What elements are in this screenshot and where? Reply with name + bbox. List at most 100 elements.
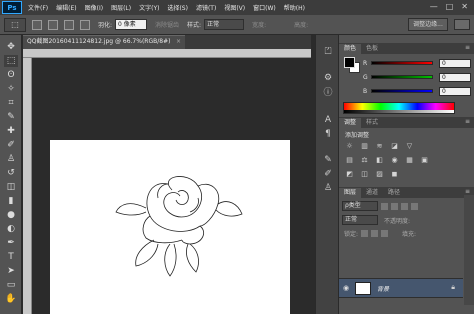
channel-mixer-icon[interactable]: ▦ xyxy=(405,155,414,164)
menu-window[interactable]: 窗口(W) xyxy=(253,3,276,12)
threshold-icon[interactable]: ▨ xyxy=(375,169,384,178)
menu-select[interactable]: 选择(S) xyxy=(167,3,188,12)
style-select[interactable]: 正常 xyxy=(204,19,245,30)
new-selection-icon[interactable] xyxy=(32,19,42,30)
minimize-icon[interactable]: — xyxy=(430,2,438,11)
panel-menu-icon[interactable]: ≡ xyxy=(465,188,470,195)
pen-tool-icon[interactable]: ✒ xyxy=(4,237,18,249)
filter-type-icon[interactable] xyxy=(401,202,408,210)
menu-edit[interactable]: 编辑(E) xyxy=(56,3,76,12)
black-white-icon[interactable]: ◧ xyxy=(375,155,384,164)
layers-scrollbar[interactable] xyxy=(464,195,474,305)
refine-edge-button[interactable]: 调整边缘... xyxy=(408,18,448,31)
vibrance-icon[interactable]: ▽ xyxy=(405,141,414,150)
menu-help[interactable]: 帮助(H) xyxy=(284,3,305,12)
path-select-icon[interactable]: ➤ xyxy=(4,265,18,277)
filter-shape-icon[interactable] xyxy=(411,202,418,210)
eraser-tool-icon[interactable]: ◫ xyxy=(4,181,18,193)
selective-color-icon[interactable]: ◼ xyxy=(390,169,399,178)
intersect-selection-icon[interactable] xyxy=(80,19,90,30)
green-value-input[interactable]: 0 xyxy=(439,72,471,82)
blend-mode-select[interactable]: 正常 xyxy=(342,215,378,225)
lock-pixels-icon[interactable] xyxy=(361,230,369,237)
foreground-color-swatch[interactable] xyxy=(344,57,355,68)
brush-panel-icon[interactable]: ✎ xyxy=(321,153,335,166)
menu-layer[interactable]: 图层(L) xyxy=(111,3,131,12)
history-brush-icon[interactable]: ↺ xyxy=(4,167,18,179)
blue-value-input[interactable]: 0 xyxy=(439,86,471,96)
blur-tool-icon[interactable]: ● xyxy=(4,209,18,221)
gradient-tool-icon[interactable]: ▮ xyxy=(4,195,18,207)
layer-row-background[interactable]: ◉ 背景 🔒︎ xyxy=(339,278,463,298)
menu-file[interactable]: 文件(F) xyxy=(28,3,48,12)
filter-pixel-icon[interactable] xyxy=(381,202,388,210)
exposure-icon[interactable]: ◪ xyxy=(390,141,399,150)
curves-icon[interactable]: ≋ xyxy=(375,141,384,150)
document-canvas[interactable] xyxy=(50,140,290,314)
color-balance-icon[interactable]: ⚖ xyxy=(360,155,369,164)
panel-menu-icon[interactable]: ≡ xyxy=(465,44,470,51)
posterize-icon[interactable]: ◫ xyxy=(360,169,369,178)
tab-swatches[interactable]: 色板 xyxy=(361,44,383,54)
red-value-input[interactable]: 0 xyxy=(439,58,471,68)
clone-source-icon[interactable]: ♙ xyxy=(321,181,335,194)
tab-layers[interactable]: 图层 xyxy=(339,188,362,198)
add-selection-icon[interactable] xyxy=(48,19,58,30)
color-lookup-icon[interactable]: ▣ xyxy=(420,155,429,164)
adjustment-row-1: ☼ ▥ ≋ ◪ ▽ xyxy=(345,141,414,150)
type-tool-icon[interactable]: T xyxy=(4,251,18,263)
hand-tool-icon[interactable]: ✋ xyxy=(4,293,18,305)
red-slider[interactable] xyxy=(371,61,433,65)
tab-styles[interactable]: 样式 xyxy=(361,118,383,128)
menu-filter[interactable]: 滤镜(T) xyxy=(196,3,216,12)
tab-paths[interactable]: 路径 xyxy=(383,188,405,198)
filter-adjust-icon[interactable] xyxy=(391,202,398,210)
hue-saturation-icon[interactable]: ▤ xyxy=(345,155,354,164)
maximize-icon[interactable]: □ xyxy=(446,2,454,11)
lock-position-icon[interactable] xyxy=(371,230,379,237)
healing-brush-icon[interactable]: ✚ xyxy=(4,125,18,137)
brightness-icon[interactable]: ☼ xyxy=(345,141,354,150)
lasso-tool-icon[interactable]: ʘ xyxy=(4,69,18,81)
brush-presets-icon[interactable]: ✐ xyxy=(321,167,335,180)
info-panel-icon[interactable]: ⓘ xyxy=(321,85,335,98)
move-tool-icon[interactable]: ✥ xyxy=(4,41,18,53)
document-tab[interactable]: QQ截图20160411124812.jpg @ 66.7%(RGB/8#) × xyxy=(23,35,185,49)
photo-filter-icon[interactable]: ◉ xyxy=(390,155,399,164)
character-panel-icon[interactable]: A xyxy=(321,113,335,126)
close-icon[interactable]: × xyxy=(176,36,181,48)
green-slider[interactable] xyxy=(371,75,433,79)
dodge-tool-icon[interactable]: ◐ xyxy=(4,223,18,235)
panel-menu-icon[interactable]: ≡ xyxy=(465,118,470,125)
subtract-selection-icon[interactable] xyxy=(64,19,74,30)
brush-tool-icon[interactable]: ✐ xyxy=(4,139,18,151)
close-icon[interactable]: ✕ xyxy=(461,2,468,11)
shape-tool-icon[interactable]: ▭ xyxy=(4,279,18,291)
menu-image[interactable]: 图像(I) xyxy=(85,3,103,12)
menu-view[interactable]: 视图(V) xyxy=(224,3,245,12)
tab-channels[interactable]: 通道 xyxy=(361,188,383,198)
menu-type[interactable]: 文字(Y) xyxy=(139,3,159,12)
tab-adjustments[interactable]: 调整 xyxy=(339,118,362,128)
invert-icon[interactable]: ◩ xyxy=(345,169,354,178)
workspace-switcher[interactable] xyxy=(454,19,470,30)
green-slider-row: G 0 xyxy=(363,72,473,82)
clone-stamp-icon[interactable]: ♙ xyxy=(4,153,18,165)
crop-tool-icon[interactable]: ⌗ xyxy=(4,97,18,109)
color-spectrum-bar[interactable] xyxy=(343,102,455,114)
lock-all-icon[interactable] xyxy=(381,230,389,237)
eyedropper-icon[interactable]: ✎ xyxy=(4,111,18,123)
antialias-checkbox[interactable]: 消除锯齿 xyxy=(155,20,179,29)
layer-kind-filter[interactable]: ρ类型 xyxy=(342,201,378,211)
eye-icon[interactable]: ◉ xyxy=(343,284,349,292)
tab-color[interactable]: 颜色 xyxy=(339,44,362,54)
feather-input[interactable]: 0 像素 xyxy=(115,19,148,30)
magic-wand-icon[interactable]: ✧ xyxy=(4,83,18,95)
history-panel-icon[interactable]: ⏍ xyxy=(321,45,335,58)
levels-icon[interactable]: ▥ xyxy=(360,141,369,150)
paragraph-panel-icon[interactable]: ¶ xyxy=(321,127,335,140)
marquee-tool-icon[interactable]: ⬚ xyxy=(4,55,18,67)
blue-slider[interactable] xyxy=(371,89,433,93)
tool-preset-picker[interactable]: ⬚ xyxy=(4,17,26,32)
navigator-panel-icon[interactable]: ⚙ xyxy=(321,71,335,84)
